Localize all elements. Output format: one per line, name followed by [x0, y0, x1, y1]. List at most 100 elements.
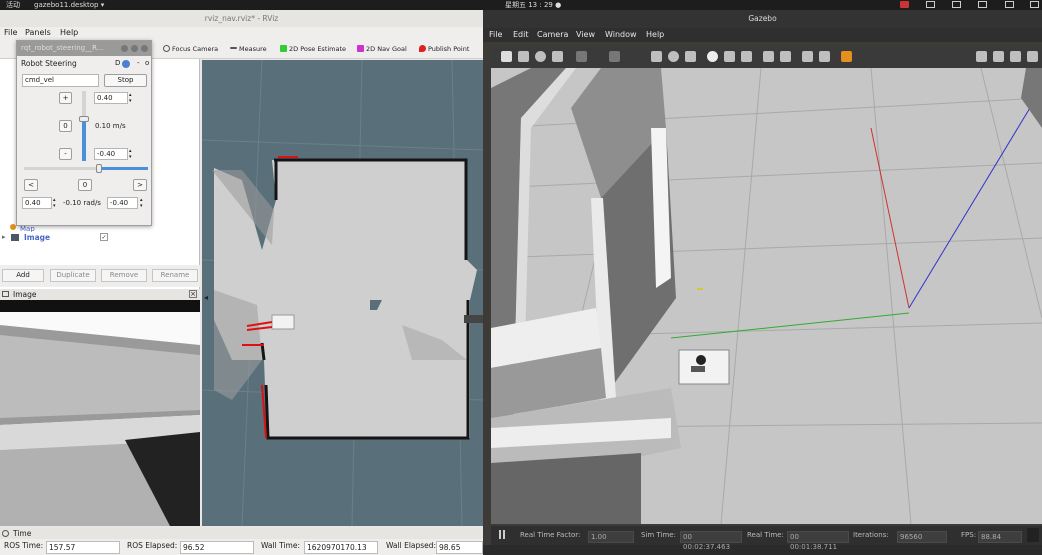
align-icon[interactable]	[802, 51, 813, 62]
maximize-icon[interactable]	[131, 45, 138, 52]
directional-light-icon[interactable]	[741, 51, 752, 62]
redo-icon[interactable]	[609, 51, 620, 62]
image-display-checkbox[interactable]: ✓	[100, 233, 108, 241]
add-button[interactable]: Add	[2, 269, 44, 282]
record-icon[interactable]	[900, 1, 909, 8]
stop-button[interactable]: Stop	[104, 74, 147, 87]
video-icon[interactable]	[1027, 51, 1038, 62]
help-icon[interactable]	[122, 60, 130, 68]
plugin-dock-button[interactable]: D	[115, 59, 120, 67]
log-icon[interactable]	[993, 51, 1004, 62]
plugin-minimize-button[interactable]: -	[137, 59, 140, 67]
app-indicator[interactable]: gazebo11.desktop ▾	[34, 0, 104, 10]
screen-icon[interactable]	[926, 1, 935, 8]
rotate-icon[interactable]	[535, 51, 546, 62]
undo-icon[interactable]	[576, 51, 587, 62]
focus-camera-tool[interactable]: Focus Camera	[163, 45, 218, 53]
wall-elapsed-field[interactable]: 98.65	[436, 541, 483, 554]
minimize-icon[interactable]	[121, 45, 128, 52]
wall-elapsed-label: Wall Elapsed:	[386, 541, 437, 550]
nav-goal-tool[interactable]: 2D Nav Goal	[357, 45, 407, 53]
gz-menu-file[interactable]: File	[489, 30, 502, 39]
linear-min-spinner[interactable]: ▴ ▾	[129, 148, 135, 160]
angular-min-field[interactable]: -0.40	[107, 197, 138, 209]
translate-icon[interactable]	[518, 51, 529, 62]
ros-elapsed-field[interactable]: 96.52	[180, 541, 254, 554]
paste-icon[interactable]	[780, 51, 791, 62]
gazebo-status-bar: Real Time Factor: 1.00 Sim Time: 00 00:0…	[491, 526, 1042, 551]
linear-max-spinner[interactable]: ▴ ▾	[129, 92, 135, 104]
collapse-handle-icon[interactable]: ◂	[204, 293, 208, 302]
robot-steering-window: rqt_robot_steering__R... Robot Steering …	[16, 40, 152, 226]
rviz-3d-view[interactable]: ◂	[202, 60, 483, 526]
linear-minus-button[interactable]: -	[59, 148, 72, 160]
cylinder-icon[interactable]	[685, 51, 696, 62]
publish-point-tool[interactable]: Publish Point	[419, 45, 469, 53]
time-panel: ROS Time: 157.57 ROS Elapsed: 96.52 Wall…	[0, 539, 483, 555]
measure-tool[interactable]: Measure	[230, 45, 267, 53]
rename-button[interactable]: Rename	[152, 269, 198, 282]
volume-icon[interactable]	[1005, 1, 1014, 8]
display-image[interactable]: Image	[24, 233, 50, 242]
gz-menu-window[interactable]: Window	[605, 30, 637, 39]
snap-icon[interactable]	[819, 51, 830, 62]
close-icon[interactable]	[141, 45, 148, 52]
wall-time-field[interactable]: 1620970170.13	[304, 541, 378, 554]
menu-file[interactable]: File	[4, 28, 17, 37]
close-icon[interactable]: ×	[189, 290, 197, 298]
network-icon[interactable]	[978, 1, 987, 8]
linear-max-field[interactable]: 0.40	[94, 92, 128, 104]
reset-icon[interactable]	[1027, 528, 1039, 542]
sphere-icon[interactable]	[668, 51, 679, 62]
clock[interactable]: 星期五 13 : 29 ●	[505, 0, 561, 10]
plugin-close-button[interactable]: o	[145, 59, 149, 67]
angular-max-spinner[interactable]: ▴ ▾	[53, 197, 56, 209]
accessibility-icon[interactable]	[952, 1, 961, 8]
occupancy-map	[202, 60, 483, 526]
steering-title-bar: rqt_robot_steering__R...	[17, 41, 151, 56]
gz-menu-view[interactable]: View	[576, 30, 595, 39]
topic-input[interactable]: cmd_vel	[22, 74, 99, 87]
pose-estimate-tool[interactable]: 2D Pose Estimate	[280, 45, 346, 53]
power-icon[interactable]	[1030, 1, 1039, 8]
scale-icon[interactable]	[552, 51, 563, 62]
ros-time-field[interactable]: 157.57	[46, 541, 120, 554]
gz-menu-edit[interactable]: Edit	[513, 30, 529, 39]
select-mode-icon[interactable]	[501, 51, 512, 62]
angular-min-spinner[interactable]: ▴ ▾	[140, 197, 143, 209]
linear-plus-button[interactable]: +	[59, 92, 72, 104]
linear-zero-button[interactable]: 0	[59, 120, 72, 132]
sim-time-label: Sim Time:	[641, 531, 676, 539]
box-icon[interactable]	[651, 51, 662, 62]
activities-button[interactable]: 活动	[6, 0, 20, 10]
ruler-icon	[230, 47, 237, 49]
menu-help[interactable]: Help	[60, 28, 78, 37]
spot-light-icon[interactable]	[724, 51, 735, 62]
angular-right-button[interactable]: >	[133, 179, 147, 191]
angular-zero-button[interactable]: 0	[78, 179, 92, 191]
angular-max-field[interactable]: 0.40	[22, 197, 52, 209]
linear-min-field[interactable]: -0.40	[94, 148, 128, 160]
angular-left-button[interactable]: <	[24, 179, 38, 191]
gazebo-toolbar	[491, 48, 1042, 68]
copy-icon[interactable]	[763, 51, 774, 62]
green-arrow-icon	[280, 45, 287, 52]
gazebo-3d-scene[interactable]	[491, 68, 1042, 524]
gz-menu-help[interactable]: Help	[646, 30, 664, 39]
expand-arrow-icon[interactable]: ▸	[2, 233, 6, 241]
publish-point-label: Publish Point	[428, 45, 470, 53]
menu-panels[interactable]: Panels	[25, 28, 51, 37]
angular-slider-handle[interactable]	[96, 164, 102, 173]
remove-button[interactable]: Remove	[101, 269, 147, 282]
linear-slider-handle[interactable]	[79, 116, 89, 122]
linear-slider-fill	[82, 119, 86, 161]
screenshot-icon[interactable]	[976, 51, 987, 62]
rtf-field: 1.00	[588, 531, 634, 543]
plot-icon[interactable]	[1010, 51, 1021, 62]
display-map[interactable]: Map	[20, 225, 35, 232]
point-light-icon[interactable]	[707, 51, 718, 62]
duplicate-button[interactable]: Duplicate	[50, 269, 96, 282]
change-view-icon[interactable]	[841, 51, 852, 62]
pause-icon[interactable]	[499, 530, 501, 539]
gz-menu-camera[interactable]: Camera	[537, 30, 568, 39]
